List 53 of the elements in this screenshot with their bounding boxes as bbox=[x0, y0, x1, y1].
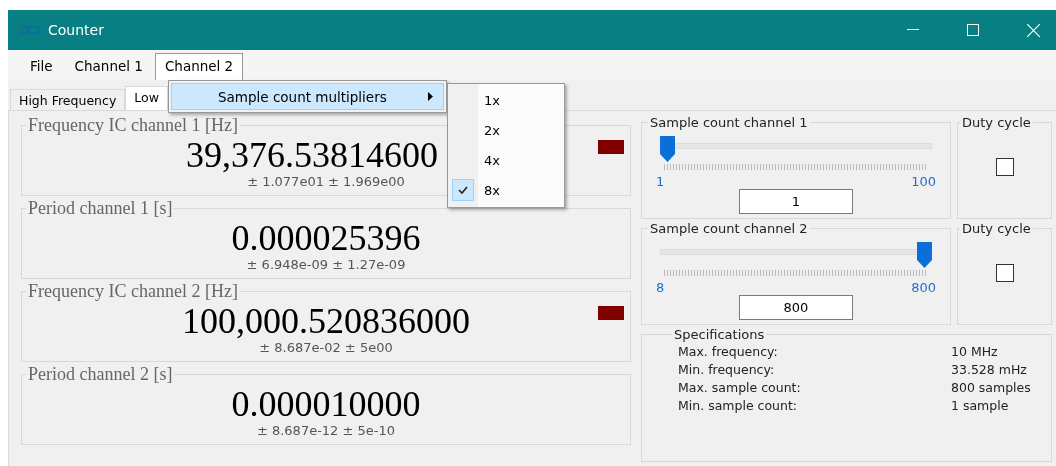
spec-value: 33.528 mHz bbox=[951, 362, 1028, 377]
spec-label: Min. sample count: bbox=[678, 398, 799, 413]
panel-title: Specifications bbox=[673, 327, 766, 342]
menu-item[interactable]: Channel 1 bbox=[64, 53, 153, 80]
measured-value: 100,000.520836000 bbox=[182, 302, 470, 340]
uncertainty-text: ± 6.948e-09 ± 1.27e-09 bbox=[246, 257, 406, 272]
spec-value: 800 samples bbox=[951, 380, 1032, 395]
sample-count-field[interactable]: 1 bbox=[739, 189, 853, 214]
sample-count-field[interactable]: 800 bbox=[739, 295, 853, 320]
slider-max-label: 100 bbox=[911, 174, 936, 189]
panel-title: Duty cycle bbox=[961, 115, 1032, 130]
close-icon[interactable] bbox=[1026, 23, 1040, 37]
menu-item[interactable]: Channel 2 bbox=[154, 53, 244, 80]
tab[interactable]: High Frequency bbox=[10, 89, 126, 110]
panel-title: Sample count channel 2 bbox=[649, 221, 809, 236]
uncertainty-text: ± 8.687e-02 ± 5e00 bbox=[259, 340, 393, 355]
menu-item[interactable]: 8x bbox=[484, 182, 500, 198]
duty-cycle-checkbox[interactable] bbox=[995, 264, 1014, 282]
menu-item[interactable]: 4x bbox=[484, 152, 500, 168]
menu-item[interactable]: 2x bbox=[484, 123, 500, 139]
duty-cycle-checkbox[interactable] bbox=[995, 158, 1014, 176]
checkmark-icon bbox=[458, 186, 468, 195]
panel-title: Frequency IC channel 2 [Hz] bbox=[27, 281, 239, 302]
submenu-arrow-icon bbox=[428, 92, 433, 101]
spec-label: Max. frequency: bbox=[678, 344, 779, 359]
measured-value: 0.000025396 bbox=[231, 219, 421, 257]
spec-label: Min. frequency: bbox=[678, 362, 776, 377]
measured-value: 0.000010000 bbox=[231, 385, 421, 423]
menu-item[interactable]: File bbox=[20, 53, 63, 80]
spec-value: 1 sample bbox=[951, 398, 1010, 413]
panel-title: Duty cycle bbox=[961, 221, 1032, 236]
spec-label: Max. sample count: bbox=[678, 380, 802, 395]
spec-value: 10 MHz bbox=[951, 344, 999, 359]
menu-item[interactable]: Sample count multipliers bbox=[171, 83, 444, 110]
menu-item[interactable]: 1x bbox=[484, 93, 500, 109]
panel-title: Period channel 1 [s] bbox=[27, 198, 174, 219]
panel-title: Frequency IC channel 1 [Hz] bbox=[27, 115, 239, 136]
measured-value: 39,376.53814600 bbox=[186, 136, 438, 174]
uncertainty-text: ± 8.687e-12 ± 5e-10 bbox=[256, 423, 396, 438]
maximize-icon[interactable] bbox=[967, 24, 979, 36]
window-title: Counter bbox=[48, 22, 105, 38]
slider-max-label: 800 bbox=[911, 280, 936, 295]
tab[interactable]: Low bbox=[125, 86, 168, 110]
slider-thumb[interactable] bbox=[660, 136, 675, 162]
uncertainty-text: ± 1.077e01 ± 1.969e00 bbox=[247, 174, 405, 189]
minimize-icon[interactable] bbox=[907, 29, 919, 31]
slider-min-label: 8 bbox=[656, 280, 665, 295]
checkmark-box[interactable] bbox=[452, 179, 474, 202]
panel-title: Sample count channel 1 bbox=[649, 115, 809, 130]
panel-title: Period channel 2 [s] bbox=[27, 364, 174, 385]
slider-min-label: 1 bbox=[656, 174, 665, 189]
app-icon bbox=[20, 25, 40, 35]
slider-thumb[interactable] bbox=[917, 242, 932, 268]
